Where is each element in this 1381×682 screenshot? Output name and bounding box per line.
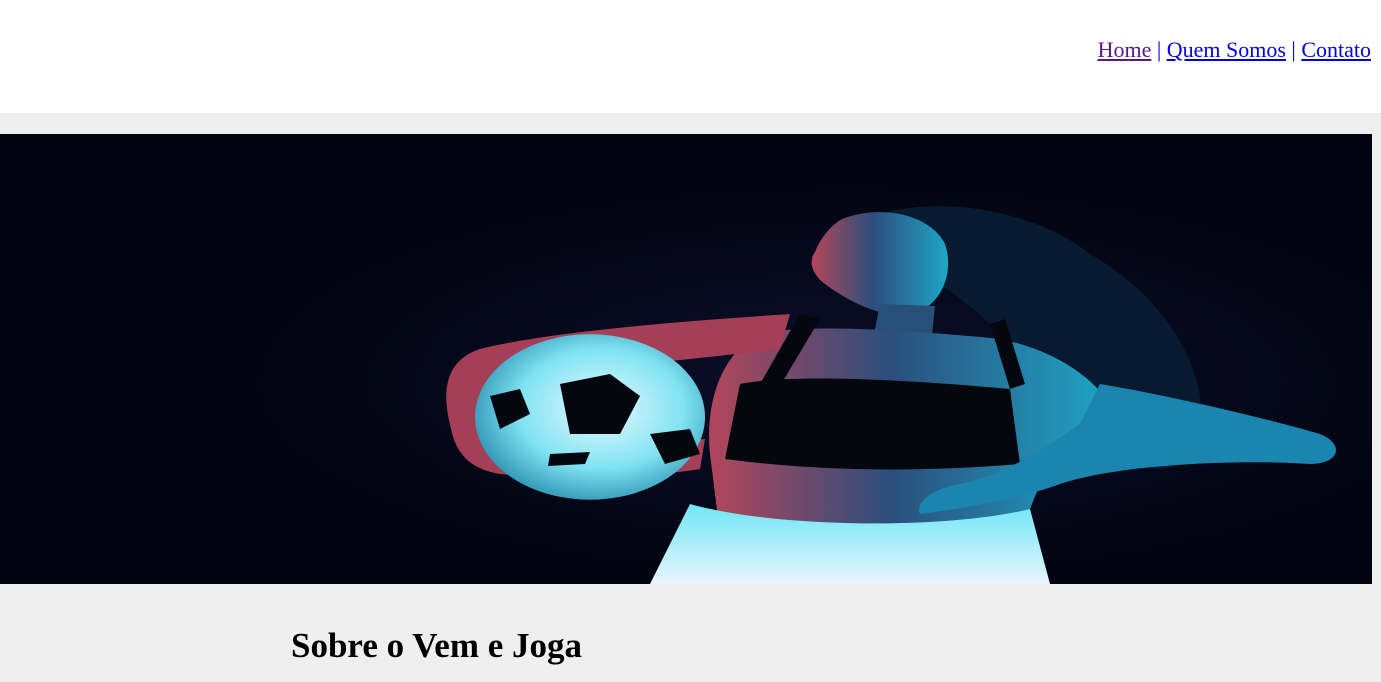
top-nav: Home | Quem Somos | Contato	[1098, 36, 1371, 64]
sports-bra-shape	[725, 378, 1020, 470]
nav-separator: |	[1156, 37, 1162, 62]
nav-link-home[interactable]: Home	[1098, 37, 1152, 62]
nav-link-quem-somos[interactable]: Quem Somos	[1167, 37, 1286, 62]
soccer-player-photo	[0, 134, 1372, 584]
site-header: Home | Quem Somos | Contato	[0, 0, 1381, 113]
nav-separator: |	[1291, 37, 1296, 62]
nav-link-contato[interactable]: Contato	[1301, 37, 1371, 62]
about-heading: Sobre o Vem e Joga	[291, 626, 583, 665]
hero-image	[0, 134, 1372, 584]
